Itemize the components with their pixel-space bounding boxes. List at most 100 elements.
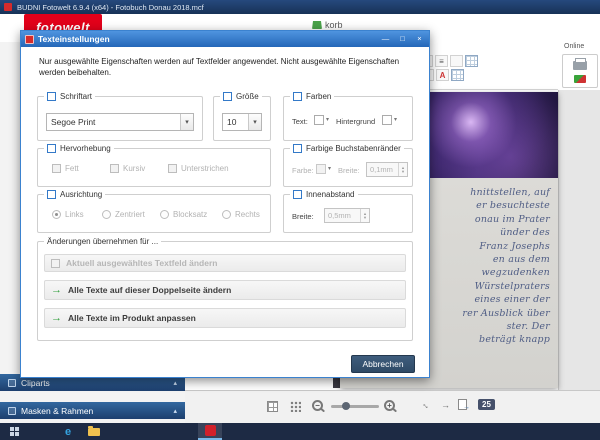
- padding-width-label: Breite:: [292, 212, 314, 221]
- page-nav-icon[interactable]: [458, 399, 470, 411]
- apply-current-label: Aktuell ausgewähltes Textfeld ändern: [66, 258, 218, 268]
- window-titlebar: BUDNI Fotowelt 6.9.4 (x64) - Fotobuch Do…: [0, 0, 600, 14]
- cart-label: korb: [325, 20, 343, 30]
- font-select[interactable]: Segoe Print: [46, 113, 194, 131]
- group-farben: Farben Text: Hintergrund: [283, 91, 413, 141]
- zoom-out-icon[interactable]: [312, 400, 323, 411]
- ausrichtung-label: Ausrichtung: [60, 190, 103, 199]
- text-color-swatch[interactable]: [314, 115, 324, 125]
- group-buchstabenraender: Farbige Buchstabenränder Farbe: Breite: …: [283, 143, 413, 187]
- apply-product-button[interactable]: Alle Texte im Produkt anpassen: [44, 308, 406, 328]
- border-grid-icon[interactable]: [451, 69, 464, 81]
- zoom-slider[interactable]: [331, 402, 379, 410]
- output-panel: [562, 54, 598, 88]
- farben-label: Farben: [306, 92, 332, 101]
- cliparts-label: Cliparts: [21, 377, 50, 388]
- chevron-up-icon: [173, 379, 177, 387]
- zoom-slider-knob[interactable]: [342, 402, 350, 410]
- spinner-arrows-icon: [360, 209, 369, 222]
- grid-view-icon[interactable]: [290, 401, 301, 412]
- sidebar-item-masken-rahmen[interactable]: Masken & Rahmen: [0, 402, 185, 419]
- spacing-icon[interactable]: [450, 55, 463, 67]
- border-width-value: 0,1mm: [370, 165, 393, 174]
- buchstabenraender-checkbox[interactable]: [293, 144, 302, 153]
- border-width-spinner: 0,1mm: [366, 162, 408, 177]
- kursiv-label: Kursiv: [123, 164, 146, 173]
- dialog-intro-text: Nur ausgewählte Eigenschaften werden auf…: [39, 57, 400, 77]
- table-icon[interactable]: [465, 55, 478, 67]
- online-status: Online: [564, 43, 585, 50]
- dialog-body: Nur ausgewählte Eigenschaften werden auf…: [21, 47, 429, 377]
- unterstrichen-checkbox: [168, 164, 177, 173]
- hervorhebung-checkbox[interactable]: [47, 144, 56, 153]
- minimize-button[interactable]: —: [379, 31, 392, 47]
- size-select-value: 10: [227, 117, 237, 127]
- hervorhebung-label: Hervorhebung: [60, 144, 111, 153]
- zoom-level-badge[interactable]: 25: [478, 399, 495, 410]
- border-color-label: Farbe:: [292, 166, 314, 175]
- blocksatz-label: Blocksatz: [173, 210, 208, 219]
- spread-view-icon[interactable]: [267, 401, 278, 412]
- zoom-in-icon[interactable]: [384, 400, 395, 411]
- aenderungen-label: Änderungen übernehmen für ...: [47, 237, 159, 246]
- dialog-icon: [25, 34, 34, 44]
- group-schriftart: Schriftart Segoe Print: [37, 91, 203, 141]
- ausrichtung-checkbox[interactable]: [47, 190, 56, 199]
- close-button[interactable]: ×: [413, 31, 426, 47]
- maximize-button[interactable]: □: [396, 31, 409, 47]
- paragraph-icon[interactable]: [435, 55, 448, 67]
- masks-icon: [8, 406, 16, 415]
- background-color-swatch[interactable]: [382, 115, 392, 125]
- next-arrow-icon[interactable]: [441, 400, 450, 410]
- schriftart-label: Schriftart: [60, 92, 93, 101]
- groesse-checkbox[interactable]: [223, 92, 232, 101]
- taskbar-edge-button[interactable]: e: [56, 423, 80, 440]
- font-select-value: Segoe Print: [51, 117, 96, 127]
- zoom-statusbar: 25: [185, 390, 600, 423]
- fotoservice-logo-icon[interactable]: [574, 75, 586, 83]
- rechts-radio: [222, 210, 231, 219]
- innenabstand-checkbox[interactable]: [293, 190, 302, 199]
- taskbar-fotowelt-button[interactable]: [198, 423, 222, 440]
- zentriert-radio: [102, 210, 111, 219]
- cancel-button[interactable]: Abbrechen: [351, 355, 415, 373]
- group-aenderungen: Änderungen übernehmen für ... Aktuell au…: [37, 236, 413, 341]
- edge-icon: e: [64, 425, 72, 438]
- app-icon: [4, 3, 12, 11]
- unterstrichen-label: Unterstrichen: [181, 164, 229, 173]
- taskbar-explorer-button[interactable]: [82, 423, 106, 440]
- green-arrow-icon: [51, 285, 62, 296]
- folder-icon: [88, 425, 100, 436]
- fett-label: Fett: [65, 164, 79, 173]
- padding-width-value: 0,5mm: [328, 211, 351, 220]
- apply-current-textfield-button: Aktuell ausgewähltes Textfeld ändern: [44, 254, 406, 272]
- dropdown-arrow-icon: [248, 114, 261, 130]
- rechts-label: Rechts: [235, 210, 260, 219]
- size-select[interactable]: 10: [222, 113, 262, 131]
- highlight-color-icon[interactable]: [436, 69, 449, 81]
- dropdown-arrow-icon[interactable]: [326, 116, 329, 123]
- green-arrow-icon: [51, 313, 62, 324]
- printer-icon[interactable]: [573, 58, 587, 70]
- apply-product-label: Alle Texte im Produkt anpassen: [68, 313, 196, 323]
- start-button[interactable]: [2, 423, 26, 440]
- fit-page-icon[interactable]: [420, 398, 433, 411]
- border-width-label: Breite:: [338, 166, 360, 175]
- border-color-swatch: [316, 164, 326, 174]
- cliparts-icon: [8, 378, 16, 387]
- fett-checkbox: [52, 164, 61, 173]
- dropdown-arrow-icon: [328, 165, 331, 172]
- schriftart-checkbox[interactable]: [47, 92, 56, 101]
- kursiv-checkbox: [110, 164, 119, 173]
- group-innenabstand: Innenabstand Breite: 0,5mm: [283, 189, 413, 233]
- blocksatz-radio: [160, 210, 169, 219]
- apply-spread-button[interactable]: Alle Texte auf dieser Doppelseite ändern: [44, 280, 406, 300]
- dropdown-arrow-icon[interactable]: [394, 116, 397, 123]
- group-groesse: Größe 10: [213, 91, 271, 141]
- masks-label: Masken & Rahmen: [21, 405, 94, 416]
- farben-checkbox[interactable]: [293, 92, 302, 101]
- basket-icon: [312, 21, 322, 29]
- disabled-check-icon: [51, 258, 60, 268]
- links-radio: [52, 210, 61, 219]
- spinner-arrows-icon: [398, 163, 407, 176]
